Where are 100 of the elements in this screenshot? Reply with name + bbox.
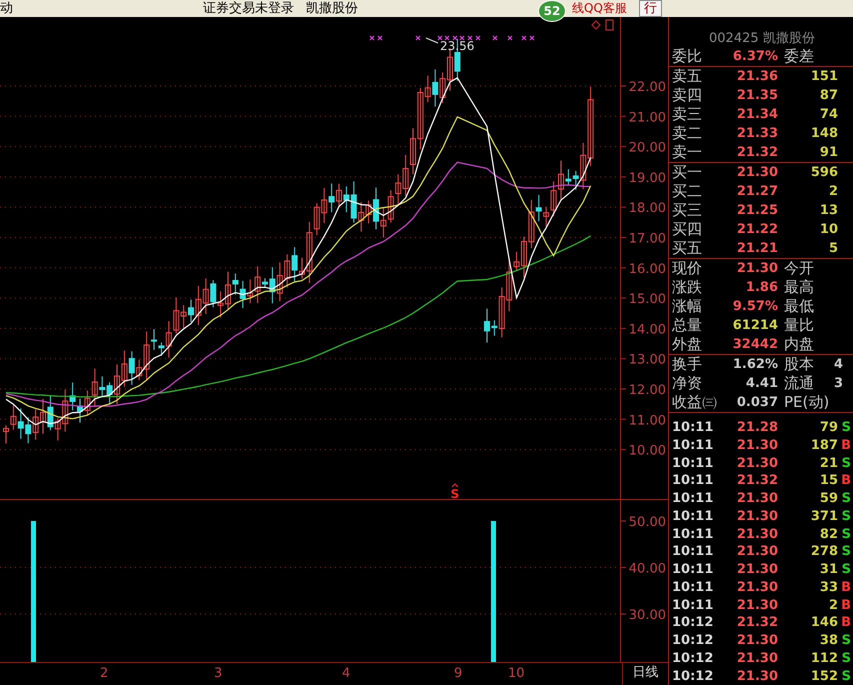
price-axis-label: 17.00 <box>628 232 666 246</box>
trade-side: S <box>842 562 852 578</box>
trade-volume: 31 <box>820 562 838 578</box>
quote-label: 委比 <box>672 48 702 65</box>
trade-time: 10:11 <box>672 598 714 613</box>
trade-side: S <box>842 668 852 684</box>
quote-value: 32442 <box>732 337 778 352</box>
trade-price: 21.30 <box>736 491 778 506</box>
price-axis-label: 15.00 <box>628 292 666 308</box>
trade-side: B <box>841 438 852 453</box>
trade-volume: 187 <box>810 438 838 453</box>
order-volume: 2 <box>828 184 838 199</box>
order-level-label: 买二 <box>672 183 702 200</box>
trade-price: 21.30 <box>736 650 778 666</box>
price-axis-label: 13.00 <box>628 352 666 368</box>
quote-label: 流通 <box>784 375 814 392</box>
order-level-label: 卖四 <box>672 87 702 104</box>
order-price: 21.34 <box>736 107 778 122</box>
toolbar-button[interactable]: 行 <box>638 0 662 17</box>
trade-time: 10:11 <box>672 508 714 524</box>
caret-icon <box>452 483 458 488</box>
order-level-label: 卖二 <box>672 125 702 142</box>
trade-side: B <box>841 598 852 613</box>
quote-label: 今开 <box>784 260 814 277</box>
trade-time: 10:12 <box>672 650 714 666</box>
price-axis-label: 11.00 <box>628 413 666 428</box>
trade-volume: 33 <box>820 580 838 595</box>
toolbar-text: 动 <box>0 0 13 17</box>
quote-label: 股本 <box>784 356 814 373</box>
quote-label: 涨幅 <box>672 298 702 315</box>
trade-time: 10:11 <box>672 456 714 471</box>
order-price: 21.32 <box>736 145 778 160</box>
order-level-label: 买四 <box>672 221 702 238</box>
quote-value: 21.30 <box>736 261 778 276</box>
order-volume: 13 <box>820 203 838 218</box>
order-price: 21.25 <box>736 203 778 218</box>
order-level-label: 卖一 <box>672 144 702 161</box>
trade-side: S <box>842 650 852 666</box>
trade-side: B <box>841 473 852 488</box>
period-tab[interactable]: 日线 <box>622 663 668 685</box>
trade-volume: 152 <box>810 668 838 684</box>
quote-label: 外盘 <box>672 336 702 353</box>
quote-value: 1.62% <box>732 357 778 372</box>
quote-value: 4.41 <box>746 376 778 391</box>
order-price: 21.35 <box>736 88 778 103</box>
order-volume: 148 <box>810 126 838 141</box>
stock-title: 002425 凯撒股份 <box>708 30 816 47</box>
trade-price: 21.30 <box>736 668 778 684</box>
order-level-label: 卖三 <box>672 106 702 123</box>
trade-volume: 112 <box>810 650 838 666</box>
leader-line <box>426 38 438 44</box>
indicator-axis-label: 50.00 <box>628 515 666 530</box>
order-volume: 151 <box>810 69 838 84</box>
quote-label: 内盘 <box>784 336 814 353</box>
price-axis-label: 10.00 <box>628 444 666 459</box>
order-level-label: 买三 <box>672 202 702 219</box>
signal-label: S <box>450 487 460 500</box>
price-axis-label: 21.00 <box>628 110 666 126</box>
trade-volume: 21 <box>820 456 838 471</box>
diamond-icon[interactable] <box>591 20 601 30</box>
trade-time: 10:11 <box>672 544 714 560</box>
date-axis-label: 10 <box>508 666 525 681</box>
support-link[interactable]: 线QQ客服 <box>572 0 627 17</box>
quote-value: 61214 <box>732 318 778 333</box>
order-price: 21.27 <box>736 184 778 199</box>
trade-side: B <box>841 580 852 595</box>
trade-volume: 79 <box>820 420 838 436</box>
panel-icon[interactable] <box>606 20 614 30</box>
order-volume: 10 <box>820 222 838 237</box>
trade-time: 10:11 <box>672 473 714 488</box>
trade-price: 21.30 <box>736 580 778 595</box>
trade-time: 10:11 <box>672 438 714 453</box>
quote-value: 3 <box>834 376 844 391</box>
quote-label: 换手 <box>672 356 702 373</box>
trade-time: 10:11 <box>672 526 714 542</box>
toolbar-text: 证券交易未登录 <box>203 0 294 17</box>
order-level-label: 买一 <box>672 164 702 181</box>
trade-price: 21.30 <box>736 526 778 542</box>
trade-time: 10:11 <box>672 420 714 436</box>
quote-value: 1.86 <box>746 280 778 295</box>
trade-time: 10:11 <box>672 491 714 506</box>
trade-price: 21.30 <box>736 598 778 613</box>
trade-volume: 146 <box>810 615 838 630</box>
quote-label: 收益㈢ <box>672 394 717 411</box>
quote-label: 量比 <box>784 317 814 334</box>
quote-label: 总量 <box>672 317 702 334</box>
indicator-axis-label: 40.00 <box>628 562 666 576</box>
trade-volume: 38 <box>820 633 838 648</box>
price-axis-label: 20.00 <box>628 140 666 156</box>
trade-side: S <box>842 508 852 524</box>
quote-label: PE(动) <box>784 394 830 411</box>
trade-price: 21.28 <box>736 420 778 436</box>
date-axis-label: 9 <box>454 666 462 681</box>
quote-label: 涨跌 <box>672 279 702 296</box>
quote-value: 4 <box>834 357 844 372</box>
quote-label: 现价 <box>672 260 702 277</box>
price-axis-label: 16.00 <box>628 262 666 277</box>
trade-time: 10:12 <box>672 668 714 684</box>
order-level-label: 卖五 <box>672 68 702 85</box>
trade-volume: 371 <box>810 508 838 524</box>
